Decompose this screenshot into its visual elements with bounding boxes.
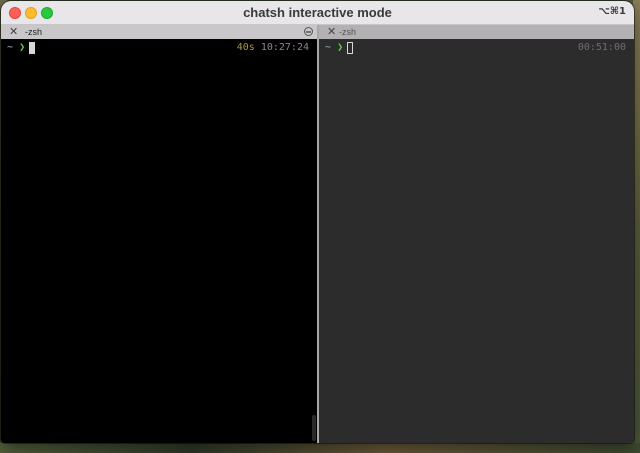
prompt-directory: ~: [7, 42, 14, 53]
terminal-window: chatsh interactive mode ⌥⌘1 ✕ -zsh ~ ❯ 4…: [1, 1, 634, 443]
pane-tab-label: -zsh: [339, 27, 357, 37]
shell-prompt: ~ ❯: [325, 42, 354, 54]
prompt-directory: ~: [325, 42, 332, 53]
right-prompt: 00:51:00: [578, 42, 626, 54]
window-shortcut: ⌥⌘1: [598, 6, 626, 17]
pane-tab-left[interactable]: ✕ -zsh: [1, 25, 317, 39]
terminal-pane-left[interactable]: ✕ -zsh ~ ❯ 40s 10:27:24: [1, 25, 317, 443]
more-options-icon[interactable]: [304, 27, 313, 36]
window-title: chatsh interactive mode: [243, 5, 392, 20]
pane-tab-label: -zsh: [25, 27, 43, 37]
prompt-clock: 00:51:00: [577, 42, 626, 53]
close-icon[interactable]: ✕: [9, 25, 18, 39]
command-elapsed-time: 40s: [236, 42, 255, 53]
close-icon[interactable]: ✕: [327, 25, 336, 39]
desktop-wallpaper-right: [633, 0, 640, 453]
title-bar[interactable]: chatsh interactive mode ⌥⌘1: [1, 1, 634, 25]
terminal-pane-right[interactable]: ✕ -zsh ~ ❯ 00:51:00: [319, 25, 634, 443]
pane-tab-right[interactable]: ✕ -zsh: [319, 25, 634, 39]
text-cursor[interactable]: [347, 42, 354, 54]
scrollbar[interactable]: [312, 415, 316, 441]
right-prompt: 40s 10:27:24: [237, 42, 309, 54]
desktop-wallpaper-bottom: [0, 443, 640, 453]
prompt-arrow-icon: ❯: [337, 42, 344, 53]
prompt-arrow-icon: ❯: [19, 42, 26, 53]
text-cursor[interactable]: [29, 42, 36, 54]
shell-prompt: ~ ❯: [7, 42, 36, 54]
prompt-clock: 10:27:24: [260, 42, 309, 53]
